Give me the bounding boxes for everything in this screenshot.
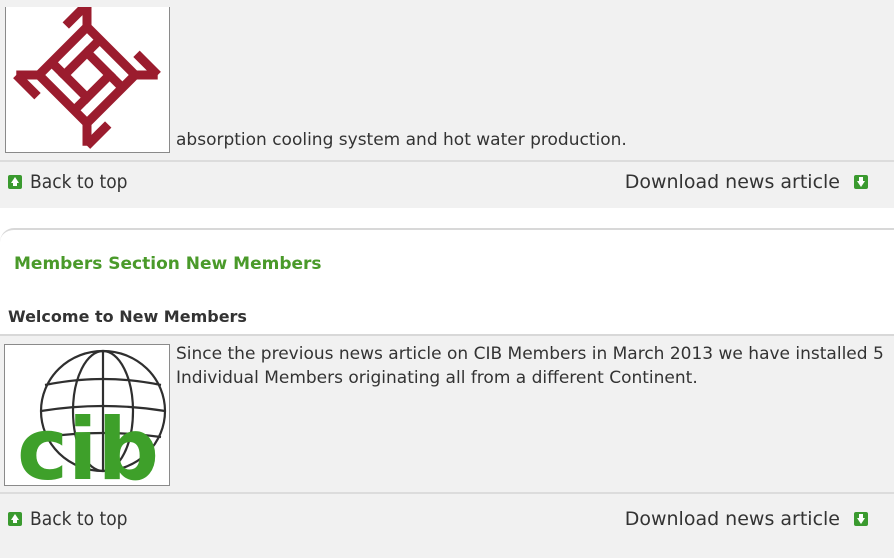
page: absorption cooling system and hot water … xyxy=(0,0,894,558)
download-label: Download news article xyxy=(624,508,840,530)
article-body: Since the previous news article on CIB M… xyxy=(176,344,884,388)
section-title: Members Section New Members xyxy=(14,254,322,274)
article-subheading: Welcome to New Members xyxy=(0,296,894,336)
article-text: absorption cooling system and hot water … xyxy=(176,130,627,150)
arrow-down-icon xyxy=(854,512,868,526)
svg-text:cib: cib xyxy=(17,400,159,485)
arrow-up-icon xyxy=(8,512,22,526)
back-to-top-link[interactable]: Back to top xyxy=(8,508,128,530)
download-article-link[interactable]: Download news article xyxy=(625,171,868,193)
back-to-top-label: Back to top xyxy=(30,508,128,530)
download-article-link[interactable]: Download news article xyxy=(625,508,868,530)
arrow-up-icon xyxy=(8,175,22,189)
article-footer-bar: Back to top Download news article xyxy=(0,492,894,558)
members-section-header: Members Section New Members xyxy=(0,228,894,298)
article-footer-bar: Back to top Download news article xyxy=(0,160,894,208)
download-label: Download news article xyxy=(624,171,840,193)
arrow-down-icon xyxy=(854,175,868,189)
news-article-top: absorption cooling system and hot water … xyxy=(0,0,894,160)
polyu-logo-icon xyxy=(13,1,161,149)
news-article-members: cib Since the previous news article on C… xyxy=(0,336,894,500)
article-image: cib xyxy=(4,344,170,500)
back-to-top-link[interactable]: Back to top xyxy=(8,171,128,193)
back-to-top-label: Back to top xyxy=(30,171,128,193)
article-image xyxy=(5,1,170,153)
article-title: Welcome to New Members xyxy=(8,307,247,326)
cib-logo-icon: cib xyxy=(17,349,167,500)
